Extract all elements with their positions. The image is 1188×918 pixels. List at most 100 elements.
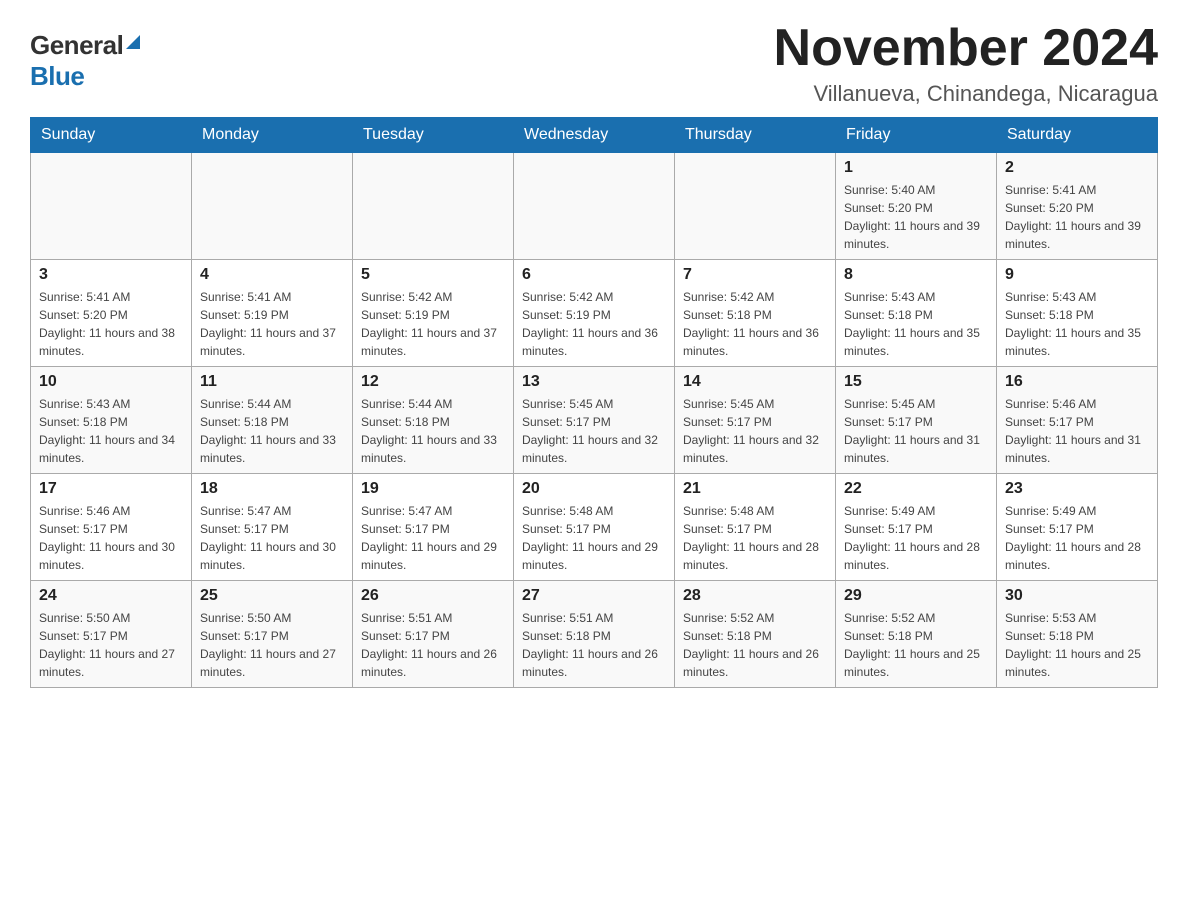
calendar-week-4: 17 Sunrise: 5:46 AMSunset: 5:17 PMDayligh…	[31, 474, 1158, 581]
calendar-header-row: SundayMondayTuesdayWednesdayThursdayFrid…	[31, 118, 1158, 153]
day-info: Sunrise: 5:50 AMSunset: 5:17 PMDaylight:…	[200, 609, 344, 681]
day-number: 29	[844, 587, 988, 605]
day-info: Sunrise: 5:48 AMSunset: 5:17 PMDaylight:…	[522, 502, 666, 574]
day-number: 18	[200, 480, 344, 498]
weekday-header-wednesday: Wednesday	[514, 118, 675, 153]
calendar-week-5: 24 Sunrise: 5:50 AMSunset: 5:17 PMDayligh…	[31, 581, 1158, 688]
day-number: 22	[844, 480, 988, 498]
day-number: 6	[522, 266, 666, 284]
month-title: November 2024	[774, 20, 1158, 77]
day-info: Sunrise: 5:40 AMSunset: 5:20 PMDaylight:…	[844, 181, 988, 253]
day-info: Sunrise: 5:53 AMSunset: 5:18 PMDaylight:…	[1005, 609, 1149, 681]
day-info: Sunrise: 5:45 AMSunset: 5:17 PMDaylight:…	[683, 395, 827, 467]
calendar-cell: 2 Sunrise: 5:41 AMSunset: 5:20 PMDaylight…	[997, 153, 1158, 260]
day-number: 7	[683, 266, 827, 284]
day-info: Sunrise: 5:41 AMSunset: 5:20 PMDaylight:…	[1005, 181, 1149, 253]
day-info: Sunrise: 5:51 AMSunset: 5:17 PMDaylight:…	[361, 609, 505, 681]
day-info: Sunrise: 5:43 AMSunset: 5:18 PMDaylight:…	[1005, 288, 1149, 360]
weekday-header-thursday: Thursday	[675, 118, 836, 153]
day-number: 20	[522, 480, 666, 498]
calendar-cell: 20 Sunrise: 5:48 AMSunset: 5:17 PMDayligh…	[514, 474, 675, 581]
day-info: Sunrise: 5:43 AMSunset: 5:18 PMDaylight:…	[39, 395, 183, 467]
day-number: 27	[522, 587, 666, 605]
day-number: 19	[361, 480, 505, 498]
location-title: Villanueva, Chinandega, Nicaragua	[774, 81, 1158, 107]
day-info: Sunrise: 5:47 AMSunset: 5:17 PMDaylight:…	[361, 502, 505, 574]
calendar-cell: 22 Sunrise: 5:49 AMSunset: 5:17 PMDayligh…	[836, 474, 997, 581]
day-number: 2	[1005, 159, 1149, 177]
calendar-week-3: 10 Sunrise: 5:43 AMSunset: 5:18 PMDayligh…	[31, 367, 1158, 474]
day-number: 11	[200, 373, 344, 391]
weekday-header-sunday: Sunday	[31, 118, 192, 153]
day-number: 8	[844, 266, 988, 284]
day-info: Sunrise: 5:49 AMSunset: 5:17 PMDaylight:…	[1005, 502, 1149, 574]
day-number: 4	[200, 266, 344, 284]
calendar-cell: 8 Sunrise: 5:43 AMSunset: 5:18 PMDaylight…	[836, 260, 997, 367]
weekday-header-tuesday: Tuesday	[353, 118, 514, 153]
title-section: November 2024 Villanueva, Chinandega, Ni…	[774, 20, 1158, 107]
calendar-cell: 19 Sunrise: 5:47 AMSunset: 5:17 PMDayligh…	[353, 474, 514, 581]
calendar-cell	[192, 153, 353, 260]
calendar-cell: 16Sunrise: 5:46 AMSunset: 5:17 PMDayligh…	[997, 367, 1158, 474]
calendar-cell: 11 Sunrise: 5:44 AMSunset: 5:18 PMDayligh…	[192, 367, 353, 474]
day-info: Sunrise: 5:42 AMSunset: 5:19 PMDaylight:…	[522, 288, 666, 360]
calendar-cell: 29Sunrise: 5:52 AMSunset: 5:18 PMDayligh…	[836, 581, 997, 688]
calendar-cell: 3 Sunrise: 5:41 AMSunset: 5:20 PMDaylight…	[31, 260, 192, 367]
day-info: Sunrise: 5:50 AMSunset: 5:17 PMDaylight:…	[39, 609, 183, 681]
calendar-cell: 9 Sunrise: 5:43 AMSunset: 5:18 PMDaylight…	[997, 260, 1158, 367]
day-number: 1	[844, 159, 988, 177]
day-number: 30	[1005, 587, 1149, 605]
calendar-cell: 15 Sunrise: 5:45 AMSunset: 5:17 PMDayligh…	[836, 367, 997, 474]
calendar-cell: 4 Sunrise: 5:41 AMSunset: 5:19 PMDaylight…	[192, 260, 353, 367]
calendar-cell: 12 Sunrise: 5:44 AMSunset: 5:18 PMDayligh…	[353, 367, 514, 474]
calendar-cell: 18 Sunrise: 5:47 AMSunset: 5:17 PMDayligh…	[192, 474, 353, 581]
day-number: 24	[39, 587, 183, 605]
day-number: 15	[844, 373, 988, 391]
day-info: Sunrise: 5:46 AMSunset: 5:17 PMDaylight:…	[1005, 395, 1149, 467]
day-number: 25	[200, 587, 344, 605]
calendar-cell: 6 Sunrise: 5:42 AMSunset: 5:19 PMDaylight…	[514, 260, 675, 367]
calendar-cell: 23 Sunrise: 5:49 AMSunset: 5:17 PMDayligh…	[997, 474, 1158, 581]
page-header: General Blue November 2024 Villanueva, C…	[30, 20, 1158, 107]
logo: General Blue	[30, 20, 140, 92]
calendar-week-2: 3 Sunrise: 5:41 AMSunset: 5:20 PMDaylight…	[31, 260, 1158, 367]
weekday-header-saturday: Saturday	[997, 118, 1158, 153]
calendar-cell: 10 Sunrise: 5:43 AMSunset: 5:18 PMDayligh…	[31, 367, 192, 474]
day-number: 9	[1005, 266, 1149, 284]
calendar-cell	[353, 153, 514, 260]
day-info: Sunrise: 5:41 AMSunset: 5:20 PMDaylight:…	[39, 288, 183, 360]
logo-general-text: General	[30, 30, 123, 61]
day-number: 12	[361, 373, 505, 391]
calendar-cell	[675, 153, 836, 260]
calendar-cell: 7 Sunrise: 5:42 AMSunset: 5:18 PMDaylight…	[675, 260, 836, 367]
day-info: Sunrise: 5:42 AMSunset: 5:19 PMDaylight:…	[361, 288, 505, 360]
day-number: 10	[39, 373, 183, 391]
day-info: Sunrise: 5:45 AMSunset: 5:17 PMDaylight:…	[844, 395, 988, 467]
day-number: 3	[39, 266, 183, 284]
calendar-cell	[514, 153, 675, 260]
calendar-cell: 30 Sunrise: 5:53 AMSunset: 5:18 PMDayligh…	[997, 581, 1158, 688]
day-number: 23	[1005, 480, 1149, 498]
day-info: Sunrise: 5:48 AMSunset: 5:17 PMDaylight:…	[683, 502, 827, 574]
day-info: Sunrise: 5:47 AMSunset: 5:17 PMDaylight:…	[200, 502, 344, 574]
day-info: Sunrise: 5:46 AMSunset: 5:17 PMDaylight:…	[39, 502, 183, 574]
day-number: 17	[39, 480, 183, 498]
day-info: Sunrise: 5:52 AMSunset: 5:18 PMDaylight:…	[683, 609, 827, 681]
day-info: Sunrise: 5:41 AMSunset: 5:19 PMDaylight:…	[200, 288, 344, 360]
calendar-cell: 26Sunrise: 5:51 AMSunset: 5:17 PMDayligh…	[353, 581, 514, 688]
day-info: Sunrise: 5:44 AMSunset: 5:18 PMDaylight:…	[361, 395, 505, 467]
day-info: Sunrise: 5:43 AMSunset: 5:18 PMDaylight:…	[844, 288, 988, 360]
logo-blue-text: Blue	[30, 61, 84, 92]
calendar-cell: 5Sunrise: 5:42 AMSunset: 5:19 PMDaylight…	[353, 260, 514, 367]
day-info: Sunrise: 5:44 AMSunset: 5:18 PMDaylight:…	[200, 395, 344, 467]
calendar-cell: 14 Sunrise: 5:45 AMSunset: 5:17 PMDayligh…	[675, 367, 836, 474]
logo-arrow-icon	[126, 35, 140, 49]
day-number: 14	[683, 373, 827, 391]
day-info: Sunrise: 5:49 AMSunset: 5:17 PMDaylight:…	[844, 502, 988, 574]
calendar-week-1: 1 Sunrise: 5:40 AMSunset: 5:20 PMDaylight…	[31, 153, 1158, 260]
day-info: Sunrise: 5:42 AMSunset: 5:18 PMDaylight:…	[683, 288, 827, 360]
day-number: 13	[522, 373, 666, 391]
calendar-cell: 13Sunrise: 5:45 AMSunset: 5:17 PMDayligh…	[514, 367, 675, 474]
calendar-cell: 21 Sunrise: 5:48 AMSunset: 5:17 PMDayligh…	[675, 474, 836, 581]
day-number: 21	[683, 480, 827, 498]
